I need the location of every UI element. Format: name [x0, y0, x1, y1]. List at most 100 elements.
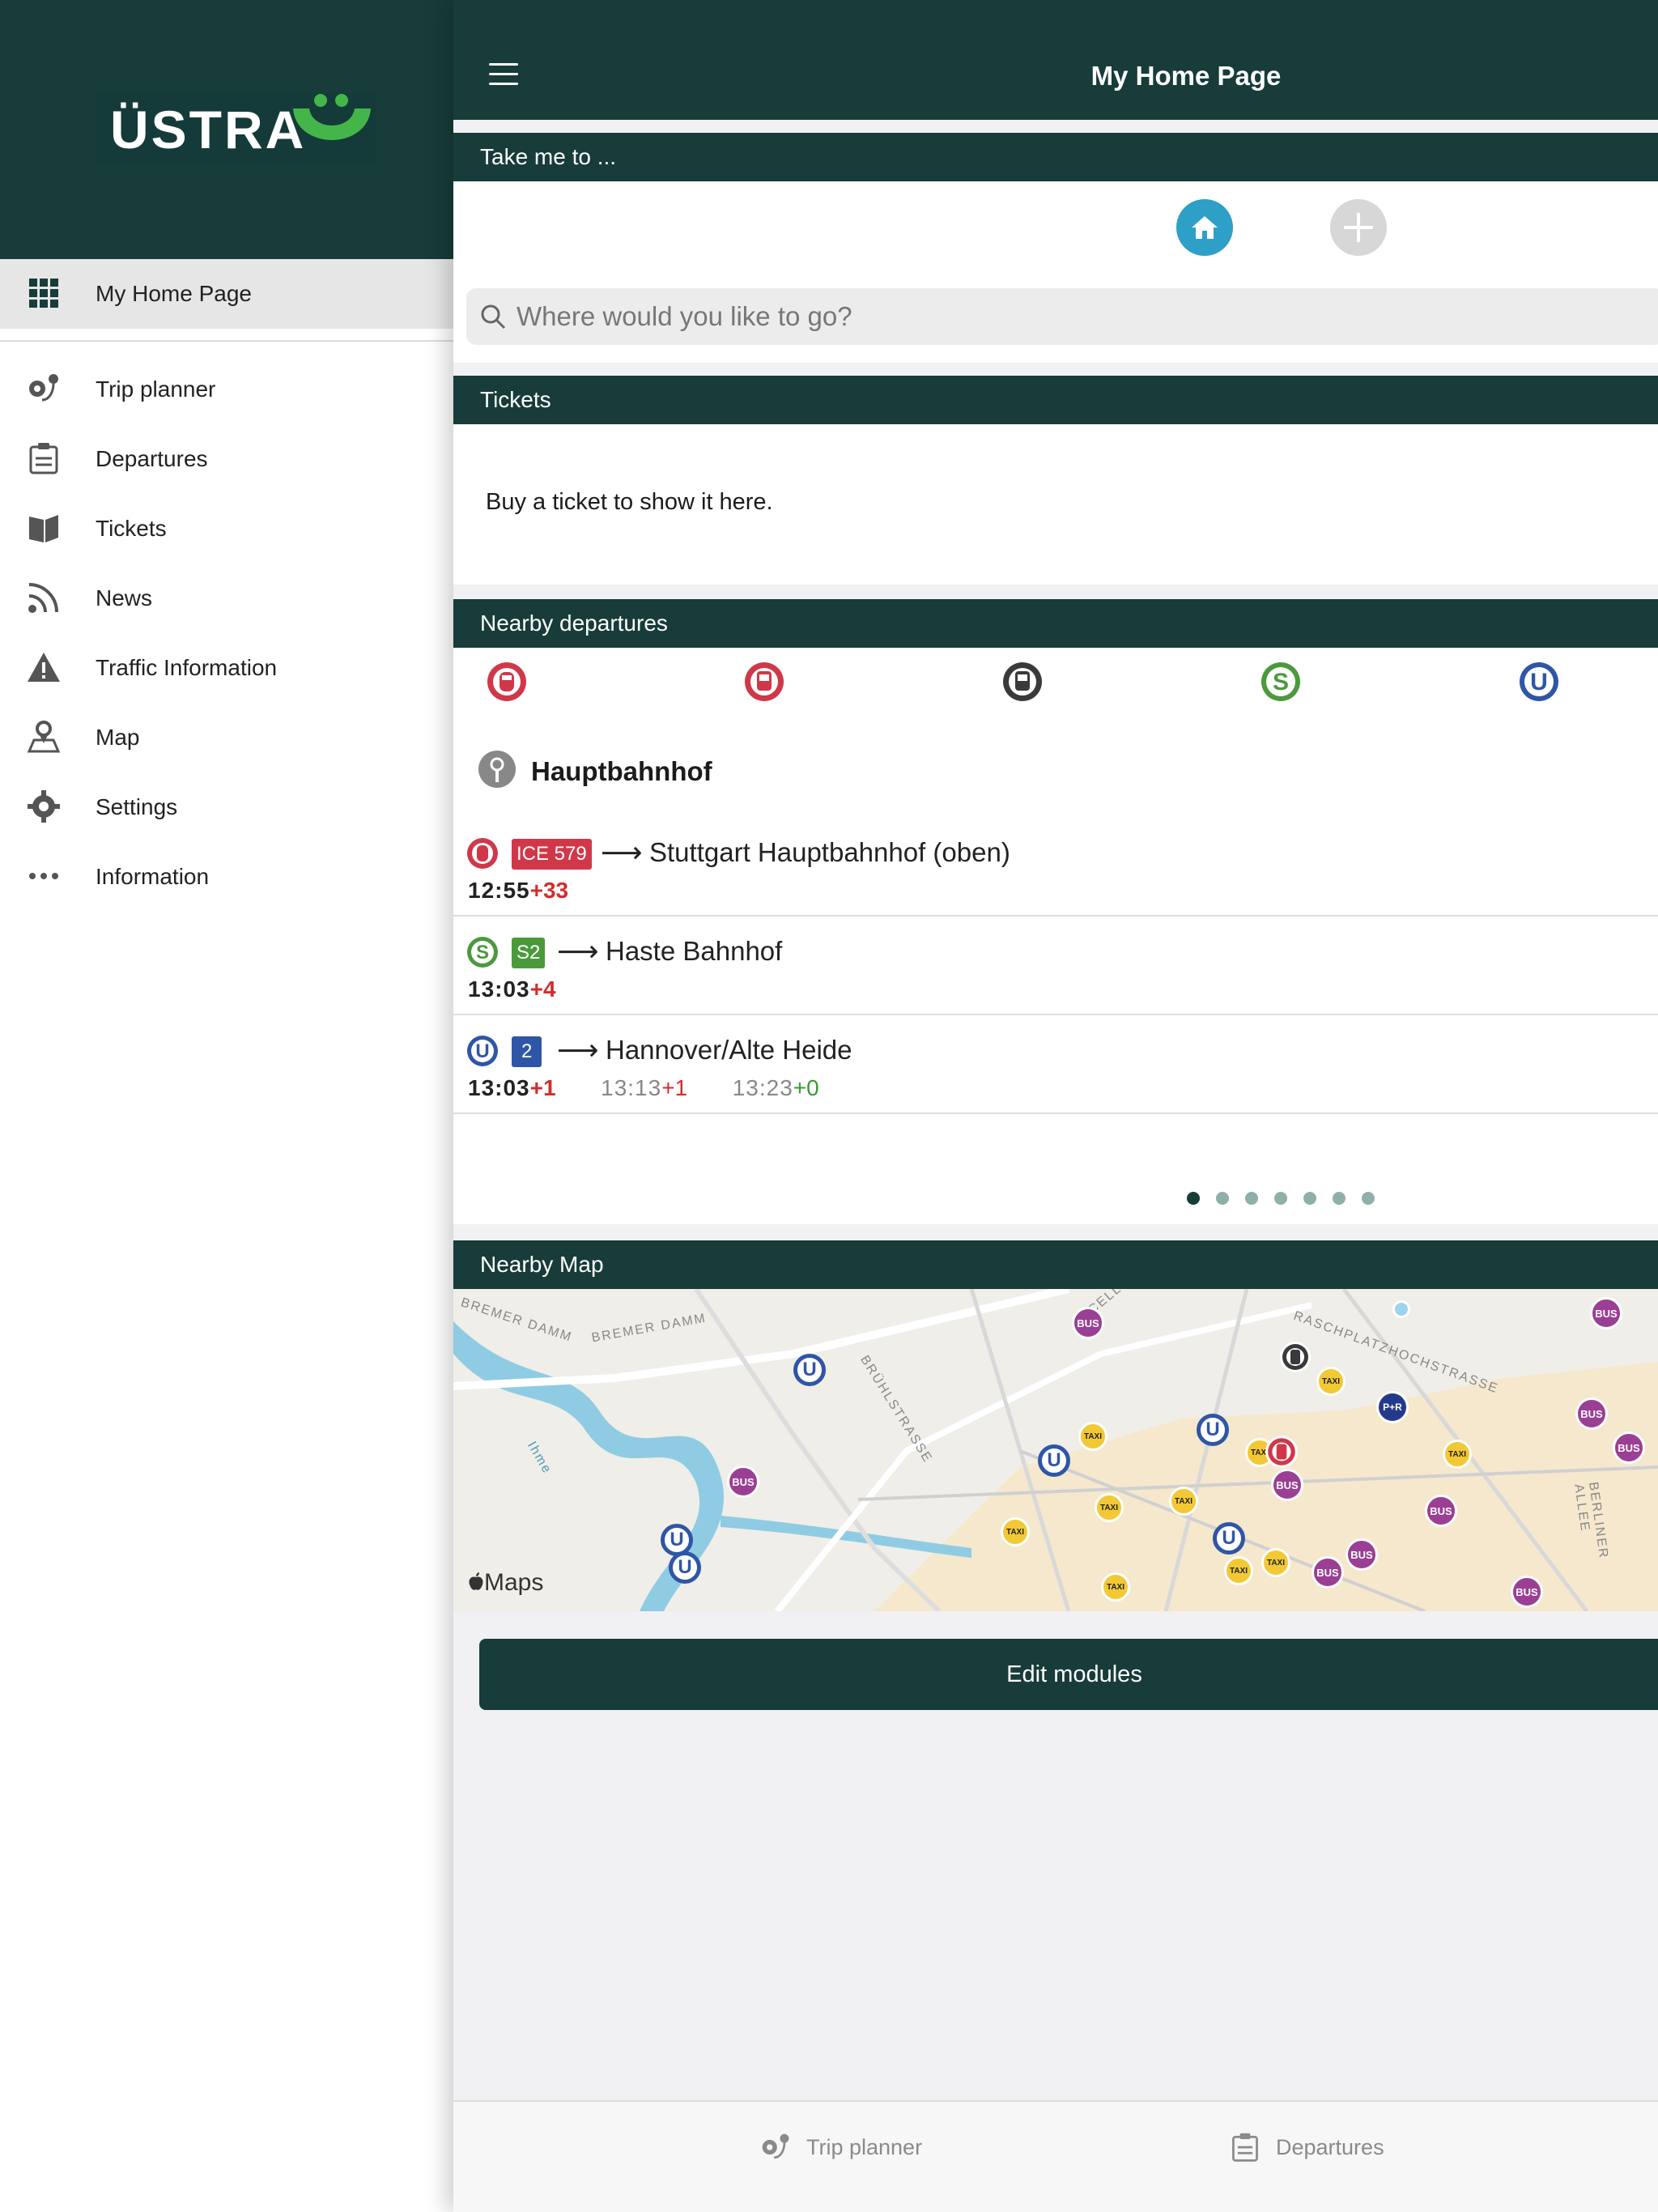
sidebar-item-trip-planner[interactable]: Trip planner: [0, 355, 453, 424]
departure-times: 12:55+33: [468, 878, 568, 904]
svg-text:S: S: [1273, 669, 1289, 696]
sidebar-item-traffic-information[interactable]: Traffic Information: [0, 633, 453, 703]
train-map-pin-icon[interactable]: [1265, 1435, 1299, 1469]
ice-train-filter-icon[interactable]: [486, 661, 528, 703]
next-departure-time: 13:13: [601, 1075, 662, 1100]
trip-planner-icon: [762, 2133, 789, 2159]
bus-map-pin[interactable]: BUS: [1590, 1297, 1622, 1329]
sidebar-item-label: Trip planner: [96, 376, 216, 402]
sidebar-item-label: Departures: [96, 446, 208, 471]
u-bahn-map-pin[interactable]: U: [1038, 1444, 1070, 1477]
bus-map-pin[interactable]: BUS: [1511, 1576, 1543, 1608]
tickets-card: Buy a ticket to show it here.: [453, 424, 1658, 585]
sidebar-item-settings[interactable]: Settings: [0, 772, 453, 842]
tickets-empty-text: Buy a ticket to show it here.: [486, 489, 773, 515]
park-ride-map-pin[interactable]: P+R: [1376, 1391, 1409, 1423]
sidebar-item-tickets[interactable]: Tickets: [0, 494, 453, 564]
apple-maps-attribution: Maps: [468, 1569, 543, 1597]
home-shortcut-button[interactable]: [1176, 199, 1233, 256]
departure-row[interactable]: ICE 579 ⟶ Stuttgart Hauptbahnhof (oben) …: [453, 818, 1658, 917]
sidebar: ÜSTRA My Home Page Trip planner Departur…: [0, 0, 453, 2212]
taxi-map-pin[interactable]: TAXI: [1095, 1493, 1124, 1522]
search-input[interactable]: [517, 288, 1569, 345]
take-me-to-card: [453, 181, 1658, 363]
sidebar-item-departures[interactable]: Departures: [0, 424, 453, 494]
bus-map-pin[interactable]: BUS: [1072, 1307, 1104, 1339]
bus-map-pin[interactable]: BUS: [1575, 1397, 1608, 1430]
departure-times: 13:03+4: [468, 976, 556, 1002]
svg-text:U: U: [475, 1040, 489, 1062]
sidebar-item-map[interactable]: Map: [0, 703, 453, 772]
tickets-header: Tickets: [453, 376, 1658, 424]
edit-modules-button[interactable]: Edit modules: [479, 1639, 1658, 1710]
departure-time: 13:03: [468, 1075, 530, 1100]
maps-attribution-text: Maps: [484, 1569, 544, 1596]
taxi-map-pin[interactable]: TAXI: [1101, 1572, 1130, 1602]
tickets-icon: [29, 515, 58, 542]
taxi-map-pin[interactable]: TAXI: [1169, 1487, 1198, 1516]
svg-text:U: U: [1530, 669, 1548, 696]
tram-map-pin-icon[interactable]: [1279, 1341, 1312, 1373]
s-bahn-filter-icon[interactable]: S: [1260, 661, 1302, 703]
u-bahn-map-pin[interactable]: U: [1197, 1414, 1229, 1446]
bus-map-pin[interactable]: BUS: [727, 1465, 759, 1498]
bus-map-pin[interactable]: BUS: [1312, 1556, 1344, 1589]
page-dot[interactable]: [1216, 1192, 1229, 1205]
stop-pin-icon: [478, 751, 516, 788]
tram-filter-icon[interactable]: [1001, 661, 1044, 703]
search-bar[interactable]: [466, 288, 1658, 345]
page-dot[interactable]: [1303, 1192, 1316, 1205]
gear-icon: [28, 790, 60, 823]
taxi-map-pin[interactable]: TAXI: [1261, 1548, 1290, 1577]
page-dot[interactable]: [1362, 1192, 1375, 1205]
departure-row[interactable]: U 2 ⟶ Hannover/Alte Heide 13:03+1 13:13+…: [453, 1015, 1658, 1114]
regional-train-filter-icon[interactable]: [743, 661, 785, 703]
next-departure-delay: +1: [661, 1075, 688, 1100]
pagination-dots[interactable]: [1187, 1192, 1375, 1205]
top-bar: My Home Page: [453, 0, 1658, 120]
departure-times: 13:03+1 13:13+1 13:23+0: [468, 1075, 819, 1101]
grid-icon: [29, 279, 58, 308]
taxi-map-pin[interactable]: TAXI: [1316, 1367, 1346, 1396]
u-bahn-map-pin[interactable]: U: [1213, 1522, 1245, 1555]
tab-label: Departures: [1276, 2134, 1384, 2159]
taxi-map-pin[interactable]: TAXI: [1224, 1556, 1253, 1585]
logo-text: ÜSTRA: [110, 100, 307, 160]
page-dot[interactable]: [1245, 1192, 1258, 1205]
tab-label: Trip planner: [806, 2134, 923, 2159]
departure-delay: +1: [529, 1075, 556, 1100]
page-dot[interactable]: [1274, 1192, 1287, 1205]
departure-row[interactable]: S S2 ⟶ Haste Bahnhof 13:03+4: [453, 917, 1658, 1015]
add-shortcut-button[interactable]: [1330, 199, 1387, 256]
ice-train-icon: [467, 838, 498, 869]
u-bahn-map-pin[interactable]: U: [793, 1354, 826, 1386]
nearby-map[interactable]: BREMER DAMM BREMER DAMM BRÜHLSTRASSE Ihm…: [453, 1289, 1658, 1611]
taxi-map-pin[interactable]: TAXI: [1001, 1517, 1030, 1546]
u-bahn-filter-icon[interactable]: U: [1518, 661, 1560, 703]
bus-map-pin[interactable]: BUS: [1271, 1469, 1303, 1501]
departure-destination: Hannover/Alte Heide: [606, 1035, 852, 1065]
home-icon: [1192, 216, 1218, 239]
more-icon: [29, 873, 58, 879]
stop-name[interactable]: Hauptbahnhof: [531, 756, 712, 787]
tab-trip-planner[interactable]: Trip planner: [759, 2131, 922, 2163]
sidebar-item-information[interactable]: Information: [0, 842, 453, 912]
take-me-to-header: Take me to ...: [453, 133, 1658, 181]
page-dot[interactable]: [1187, 1192, 1200, 1205]
tab-departures[interactable]: Departures: [1229, 2131, 1384, 2163]
bus-map-pin[interactable]: BUS: [1613, 1431, 1645, 1464]
hamburger-menu-icon[interactable]: [489, 63, 518, 87]
sidebar-header: ÜSTRA: [0, 0, 453, 259]
u-bahn-map-pin[interactable]: U: [669, 1551, 701, 1584]
sidebar-item-my-home-page[interactable]: My Home Page: [0, 259, 453, 329]
apple-logo-icon: [469, 1572, 483, 1590]
divider: [0, 340, 453, 342]
sidebar-item-news[interactable]: News: [0, 564, 453, 633]
taxi-map-pin[interactable]: TAXI: [1078, 1422, 1107, 1451]
bus-map-pin[interactable]: BUS: [1425, 1495, 1457, 1527]
bus-map-pin[interactable]: BUS: [1346, 1538, 1378, 1571]
ustra-logo: ÜSTRA: [97, 94, 376, 164]
page-dot[interactable]: [1333, 1192, 1346, 1205]
taxi-map-pin[interactable]: TAXI: [1443, 1440, 1472, 1469]
line-badge: 2: [512, 1036, 542, 1067]
